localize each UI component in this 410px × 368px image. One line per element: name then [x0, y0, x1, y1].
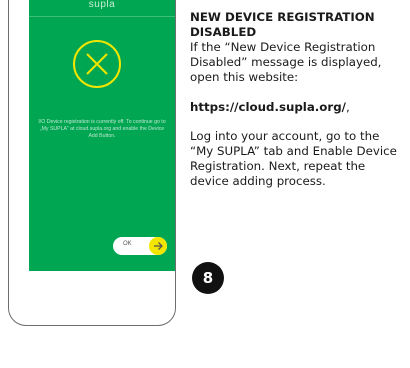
phone-bezel-bottom [29, 271, 175, 297]
app-title: supla [88, 0, 116, 10]
registration-off-message: I/O Device registration is currently off… [38, 119, 166, 139]
instructions: NEW DEVICE REGISTRATION DISABLED If the … [190, 10, 405, 189]
ok-label: OK [123, 241, 132, 247]
title-divider [29, 16, 175, 17]
supla-cloud-link[interactable]: https://cloud.supla.org/ [190, 100, 346, 114]
url-line: https://cloud.supla.org/, [190, 100, 405, 115]
instructions-intro: If the “New Device Registration Disabled… [190, 40, 382, 84]
instructions-heading: NEW DEVICE REGISTRATION DISABLED [190, 10, 375, 39]
phone-illustration: supla I/O Device registration is current… [8, 0, 176, 326]
ok-button[interactable]: OK [113, 237, 167, 255]
error-x-icon [73, 40, 121, 88]
arrow-right-icon [149, 237, 167, 255]
instructions-body: Log into your account, go to the “My SUP… [190, 129, 397, 188]
phone-screen: supla I/O Device registration is current… [29, 0, 175, 271]
url-suffix: , [345, 100, 350, 114]
step-number-badge: 8 [192, 262, 224, 294]
